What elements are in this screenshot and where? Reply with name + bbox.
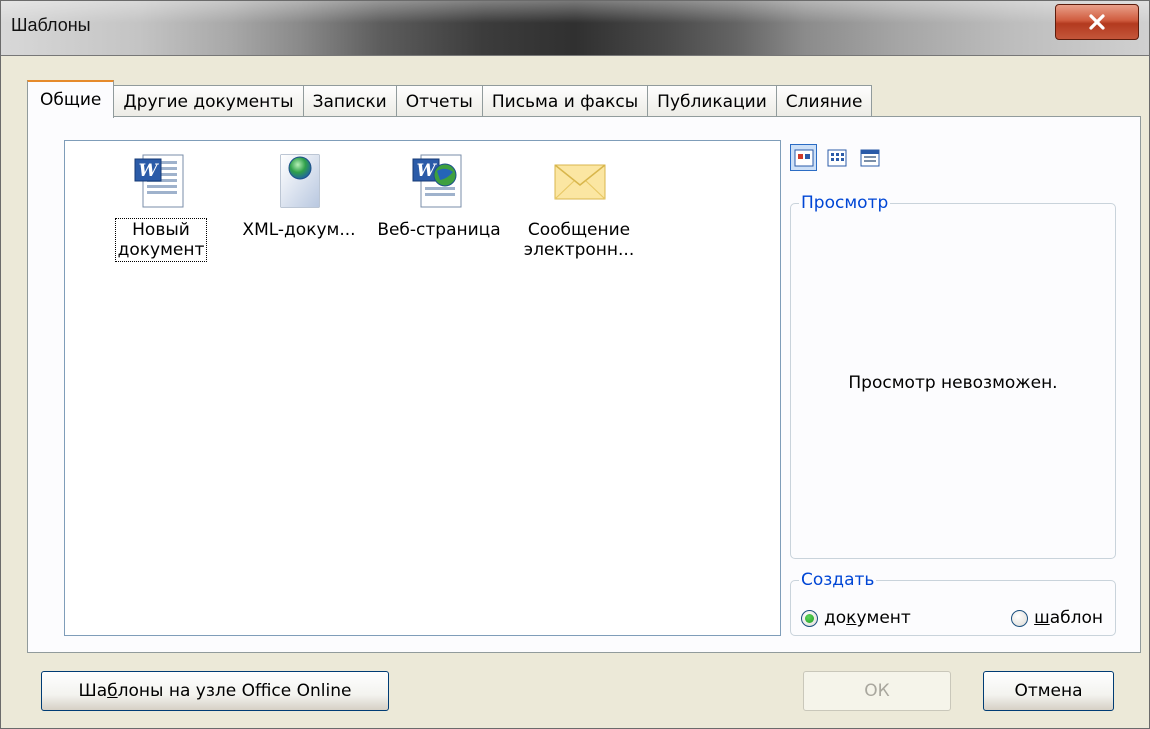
tab-label: Письма и факсы [491, 91, 639, 112]
preview-message: Просмотр невозможен. [848, 373, 1058, 393]
details-view-button[interactable] [856, 144, 883, 171]
templates-dialog: Шаблоны Общие Другие документы Записки О… [0, 0, 1150, 729]
tab-other-documents[interactable]: Другие документы [113, 85, 304, 117]
create-group: Создать документ шаблон [790, 570, 1116, 636]
word-document-icon: W [134, 154, 184, 208]
radio-button[interactable] [801, 609, 818, 627]
preview-group: Просмотр Просмотр невозможен. [790, 193, 1116, 559]
details-view-icon [860, 149, 879, 166]
create-options: документ шаблон [801, 608, 1111, 628]
tab-strip: Общие Другие документы Записки Отчеты Пи… [27, 79, 873, 118]
radio-button[interactable] [1011, 609, 1029, 627]
preview-legend: Просмотр [801, 193, 889, 213]
cancel-button[interactable]: Отмена [983, 671, 1114, 711]
tab-label: Публикации [657, 91, 767, 112]
tab-general[interactable]: Общие [27, 80, 115, 118]
tab-label: Записки [312, 91, 387, 112]
large-icons-view-icon [794, 149, 813, 166]
template-label: Веб-страница [377, 220, 501, 240]
template-item-xml-document[interactable]: XML-докум... [229, 151, 369, 241]
window-title: Шаблоны [11, 15, 91, 35]
tab-reports[interactable]: Отчеты [395, 85, 483, 117]
office-online-templates-button[interactable]: Ша б лоны на узле Office Online [41, 671, 389, 711]
svg-text:W: W [138, 161, 159, 181]
create-template-label: шаблон [1034, 608, 1103, 628]
create-legend: Создать [801, 570, 875, 590]
create-document-radio[interactable]: документ [801, 608, 911, 628]
view-mode-buttons [790, 144, 883, 171]
template-item-new-document[interactable]: W Новый документ [91, 151, 231, 262]
title-bar[interactable]: Шаблоны [1, 1, 1149, 56]
create-template-radio[interactable]: шаблон [1011, 608, 1103, 628]
tab-label: Слияние [785, 91, 863, 112]
close-button[interactable] [1055, 4, 1139, 40]
templates-list[interactable]: W Новый документ XML-докум... W Веб-стра… [64, 140, 781, 636]
tab-panel-general: W Новый документ XML-докум... W Веб-стра… [27, 116, 1141, 653]
tab-label: Отчеты [405, 91, 473, 112]
tab-label: Общие [40, 90, 102, 110]
list-view-button[interactable] [823, 144, 850, 171]
template-item-email-message[interactable]: Сообщение электронн... [509, 151, 649, 261]
web-page-icon: W [412, 154, 462, 208]
template-label: XML-докум... [242, 220, 356, 240]
xml-document-icon [280, 154, 320, 208]
ok-button[interactable]: ОК [803, 671, 951, 711]
tab-label: Другие документы [123, 91, 294, 112]
close-icon [1089, 14, 1105, 30]
create-document-label: документ [824, 608, 911, 628]
template-item-web-page[interactable]: W Веб-страница [369, 151, 509, 241]
template-label: Сообщение электронн... [523, 220, 635, 260]
tab-letters-faxes[interactable]: Письма и факсы [481, 85, 649, 117]
template-label: Новый документ [114, 218, 208, 262]
tab-mail-merge[interactable]: Слияние [775, 85, 873, 117]
tab-publications[interactable]: Публикации [647, 85, 777, 117]
list-view-icon [827, 149, 846, 166]
large-icons-view-button[interactable] [790, 144, 817, 171]
tab-memos[interactable]: Записки [302, 85, 397, 117]
envelope-icon [554, 164, 606, 200]
